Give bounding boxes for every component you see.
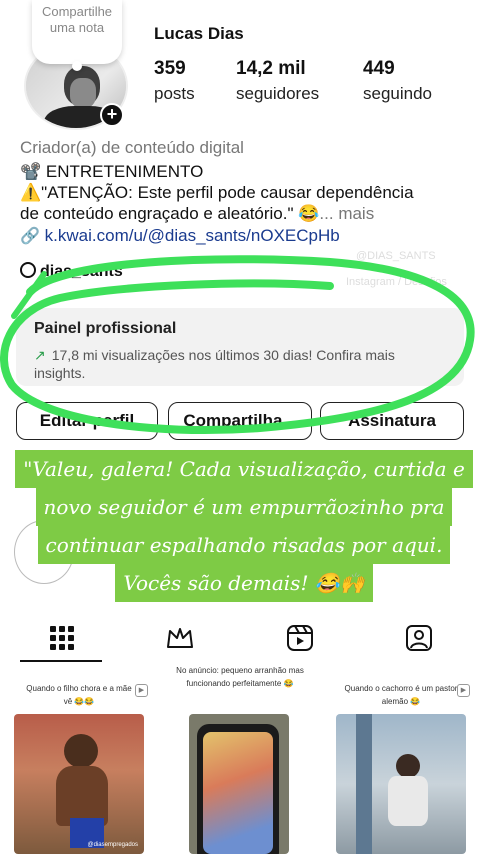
post-thumbnail	[336, 714, 466, 854]
tagged-icon[interactable]	[401, 620, 437, 656]
post-caption: No anúncio: pequeno arranhão mas funcion…	[176, 666, 304, 688]
post-thumbnail: @diasempregados	[14, 714, 144, 854]
reels-icon[interactable]	[282, 620, 318, 656]
followers-label: seguidores	[236, 84, 320, 103]
thank-you-banner: "Valeu, galera! Cada visualização, curti…	[10, 450, 478, 618]
stat-posts[interactable]: 359 posts	[154, 58, 195, 104]
share-profile-button[interactable]: Compartilha...	[168, 402, 312, 440]
panel-insights: ↗ 17,8 mi visualizações nos últimos 30 di…	[34, 346, 446, 382]
threads-handle[interactable]: dias_sants	[20, 262, 123, 281]
bio-line: 📽️ ENTRETENIMENTO	[20, 162, 204, 181]
banner-line: "Valeu, galera! Cada visualização, curti…	[15, 450, 473, 488]
threads-username: dias_sants	[40, 263, 123, 280]
trend-arrow-icon: ↗	[34, 347, 46, 363]
profile-tabs	[0, 612, 480, 664]
following-label: seguindo	[363, 84, 433, 103]
note-text: Compartilhe uma nota	[41, 4, 113, 35]
grid-icon[interactable]	[44, 620, 80, 656]
bio-line: de conteúdo engraçado e aleatório." 😂...…	[20, 204, 374, 224]
post-watermark: @diasempregados	[87, 842, 138, 848]
stat-followers[interactable]: 14,2 mil seguidores	[236, 58, 319, 104]
edit-profile-button[interactable]: Editar perfil	[16, 402, 158, 440]
profile-link-text: k.kwai.com/u/@dias_sants/nOXECpHb	[44, 226, 340, 245]
panel-insights-text: 17,8 mi visualizações nos últimos 30 dia…	[34, 347, 395, 381]
reel-icon: ▶	[457, 684, 470, 697]
panel-title: Painel profissional	[34, 320, 177, 337]
grid-post[interactable]: Quando o cachorro é um pastor alemão 😂 ▶	[322, 664, 480, 854]
active-tab-indicator	[20, 660, 102, 662]
crown-icon[interactable]	[162, 620, 198, 656]
professional-dashboard-panel[interactable]: Painel profissional ↗ 17,8 mi visualizaçõ…	[16, 308, 464, 386]
post-thumbnail	[189, 714, 289, 854]
avatar-face	[70, 78, 96, 108]
bio-line: ⚠️"ATENÇÃO: Este perfil pode causar depe…	[20, 183, 414, 202]
bio-text: de conteúdo engraçado e aleatório." 😂	[20, 204, 320, 223]
banner-line: continuar espalhando risadas por aqui.	[37, 526, 451, 564]
posts-label: posts	[154, 84, 195, 103]
followers-count: 14,2 mil	[236, 58, 306, 79]
following-count: 449	[363, 58, 395, 79]
subscription-button[interactable]: Assinatura	[320, 402, 464, 440]
reel-icon: ▶	[135, 684, 148, 697]
profile-category: Criador(a) de conteúdo digital	[20, 138, 244, 157]
stat-following[interactable]: 449 seguindo	[363, 58, 432, 104]
watermark: Instagram / Desafios	[346, 276, 447, 288]
grid-post[interactable]: Quando o filho chora e a mãe vê 😂😂 ▶ @di…	[0, 664, 158, 854]
threads-icon	[20, 262, 36, 278]
bio-more-link[interactable]: ... mais	[319, 204, 374, 223]
share-note-bubble[interactable]: Compartilhe uma nota	[32, 0, 122, 71]
profile-link[interactable]: 🔗 k.kwai.com/u/@dias_sants/nOXECpHb	[20, 226, 340, 246]
banner-line: novo seguidor é um empurrãozinho pra	[35, 488, 453, 526]
link-icon: 🔗	[20, 228, 40, 245]
watermark: @DIAS_SANTS	[356, 250, 436, 262]
posts-count: 359	[154, 58, 186, 79]
add-story-icon[interactable]: +	[100, 103, 124, 127]
grid-post[interactable]: No anúncio: pequeno arranhão mas funcion…	[161, 664, 319, 854]
profile-username: Lucas Dias	[154, 24, 244, 43]
banner-line: Vocês são demais! 😂🙌	[115, 564, 373, 602]
